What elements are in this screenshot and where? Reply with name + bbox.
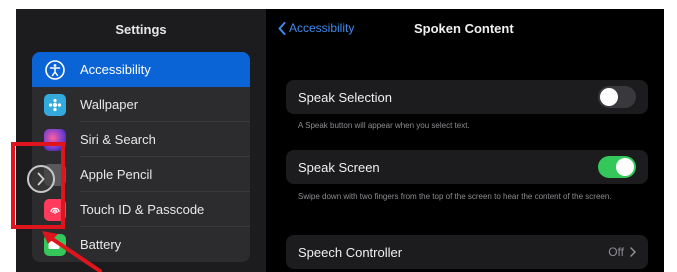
annotation-highlight-box	[11, 142, 65, 229]
sidebar-item-label: Siri & Search	[80, 132, 156, 147]
back-button[interactable]: Accessibility	[278, 21, 354, 35]
toggle-knob	[616, 158, 634, 176]
annotation-arrow-icon	[42, 231, 102, 272]
speech-controller-value: Off	[608, 245, 624, 259]
sidebar-item-label: Accessibility	[80, 62, 151, 77]
page-title: Spoken Content	[414, 21, 514, 36]
speech-controller-label: Speech Controller	[298, 244, 403, 260]
speak-selection-footnote: A Speak button will appear when you sele…	[298, 121, 470, 130]
speak-screen-label: Speak Screen	[298, 159, 380, 175]
accessibility-icon	[44, 59, 66, 81]
sidebar-item-label: Apple Pencil	[80, 167, 153, 182]
speak-selection-toggle[interactable]	[598, 86, 636, 108]
speech-controller-row[interactable]: Speech Controller Off	[286, 235, 648, 269]
detail-pane: Accessibility Spoken Content Speak Selec…	[266, 9, 664, 272]
ipad-screen: Settings Accessibility Wallpaper Siri & …	[16, 9, 664, 272]
chevron-left-icon	[278, 21, 286, 35]
sidebar-item-accessibility[interactable]: Accessibility	[32, 52, 250, 87]
speak-screen-footnote: Swipe down with two fingers from the top…	[298, 192, 612, 201]
wallpaper-icon	[44, 93, 66, 116]
sidebar-item-wallpaper[interactable]: Wallpaper	[32, 87, 250, 122]
back-label: Accessibility	[289, 21, 355, 35]
speak-selection-label: Speak Selection	[298, 89, 392, 105]
toggle-knob	[600, 88, 618, 106]
sidebar-item-label: Wallpaper	[80, 97, 139, 112]
speak-selection-row: Speak Selection	[286, 80, 648, 114]
sidebar-item-label: Touch ID & Passcode	[80, 202, 205, 217]
sidebar-title: Settings	[115, 22, 167, 37]
speak-screen-toggle[interactable]	[598, 156, 636, 178]
speech-controller-value-wrap: Off	[608, 245, 636, 259]
chevron-right-icon	[630, 247, 636, 257]
speak-screen-row: Speak Screen	[286, 150, 648, 184]
